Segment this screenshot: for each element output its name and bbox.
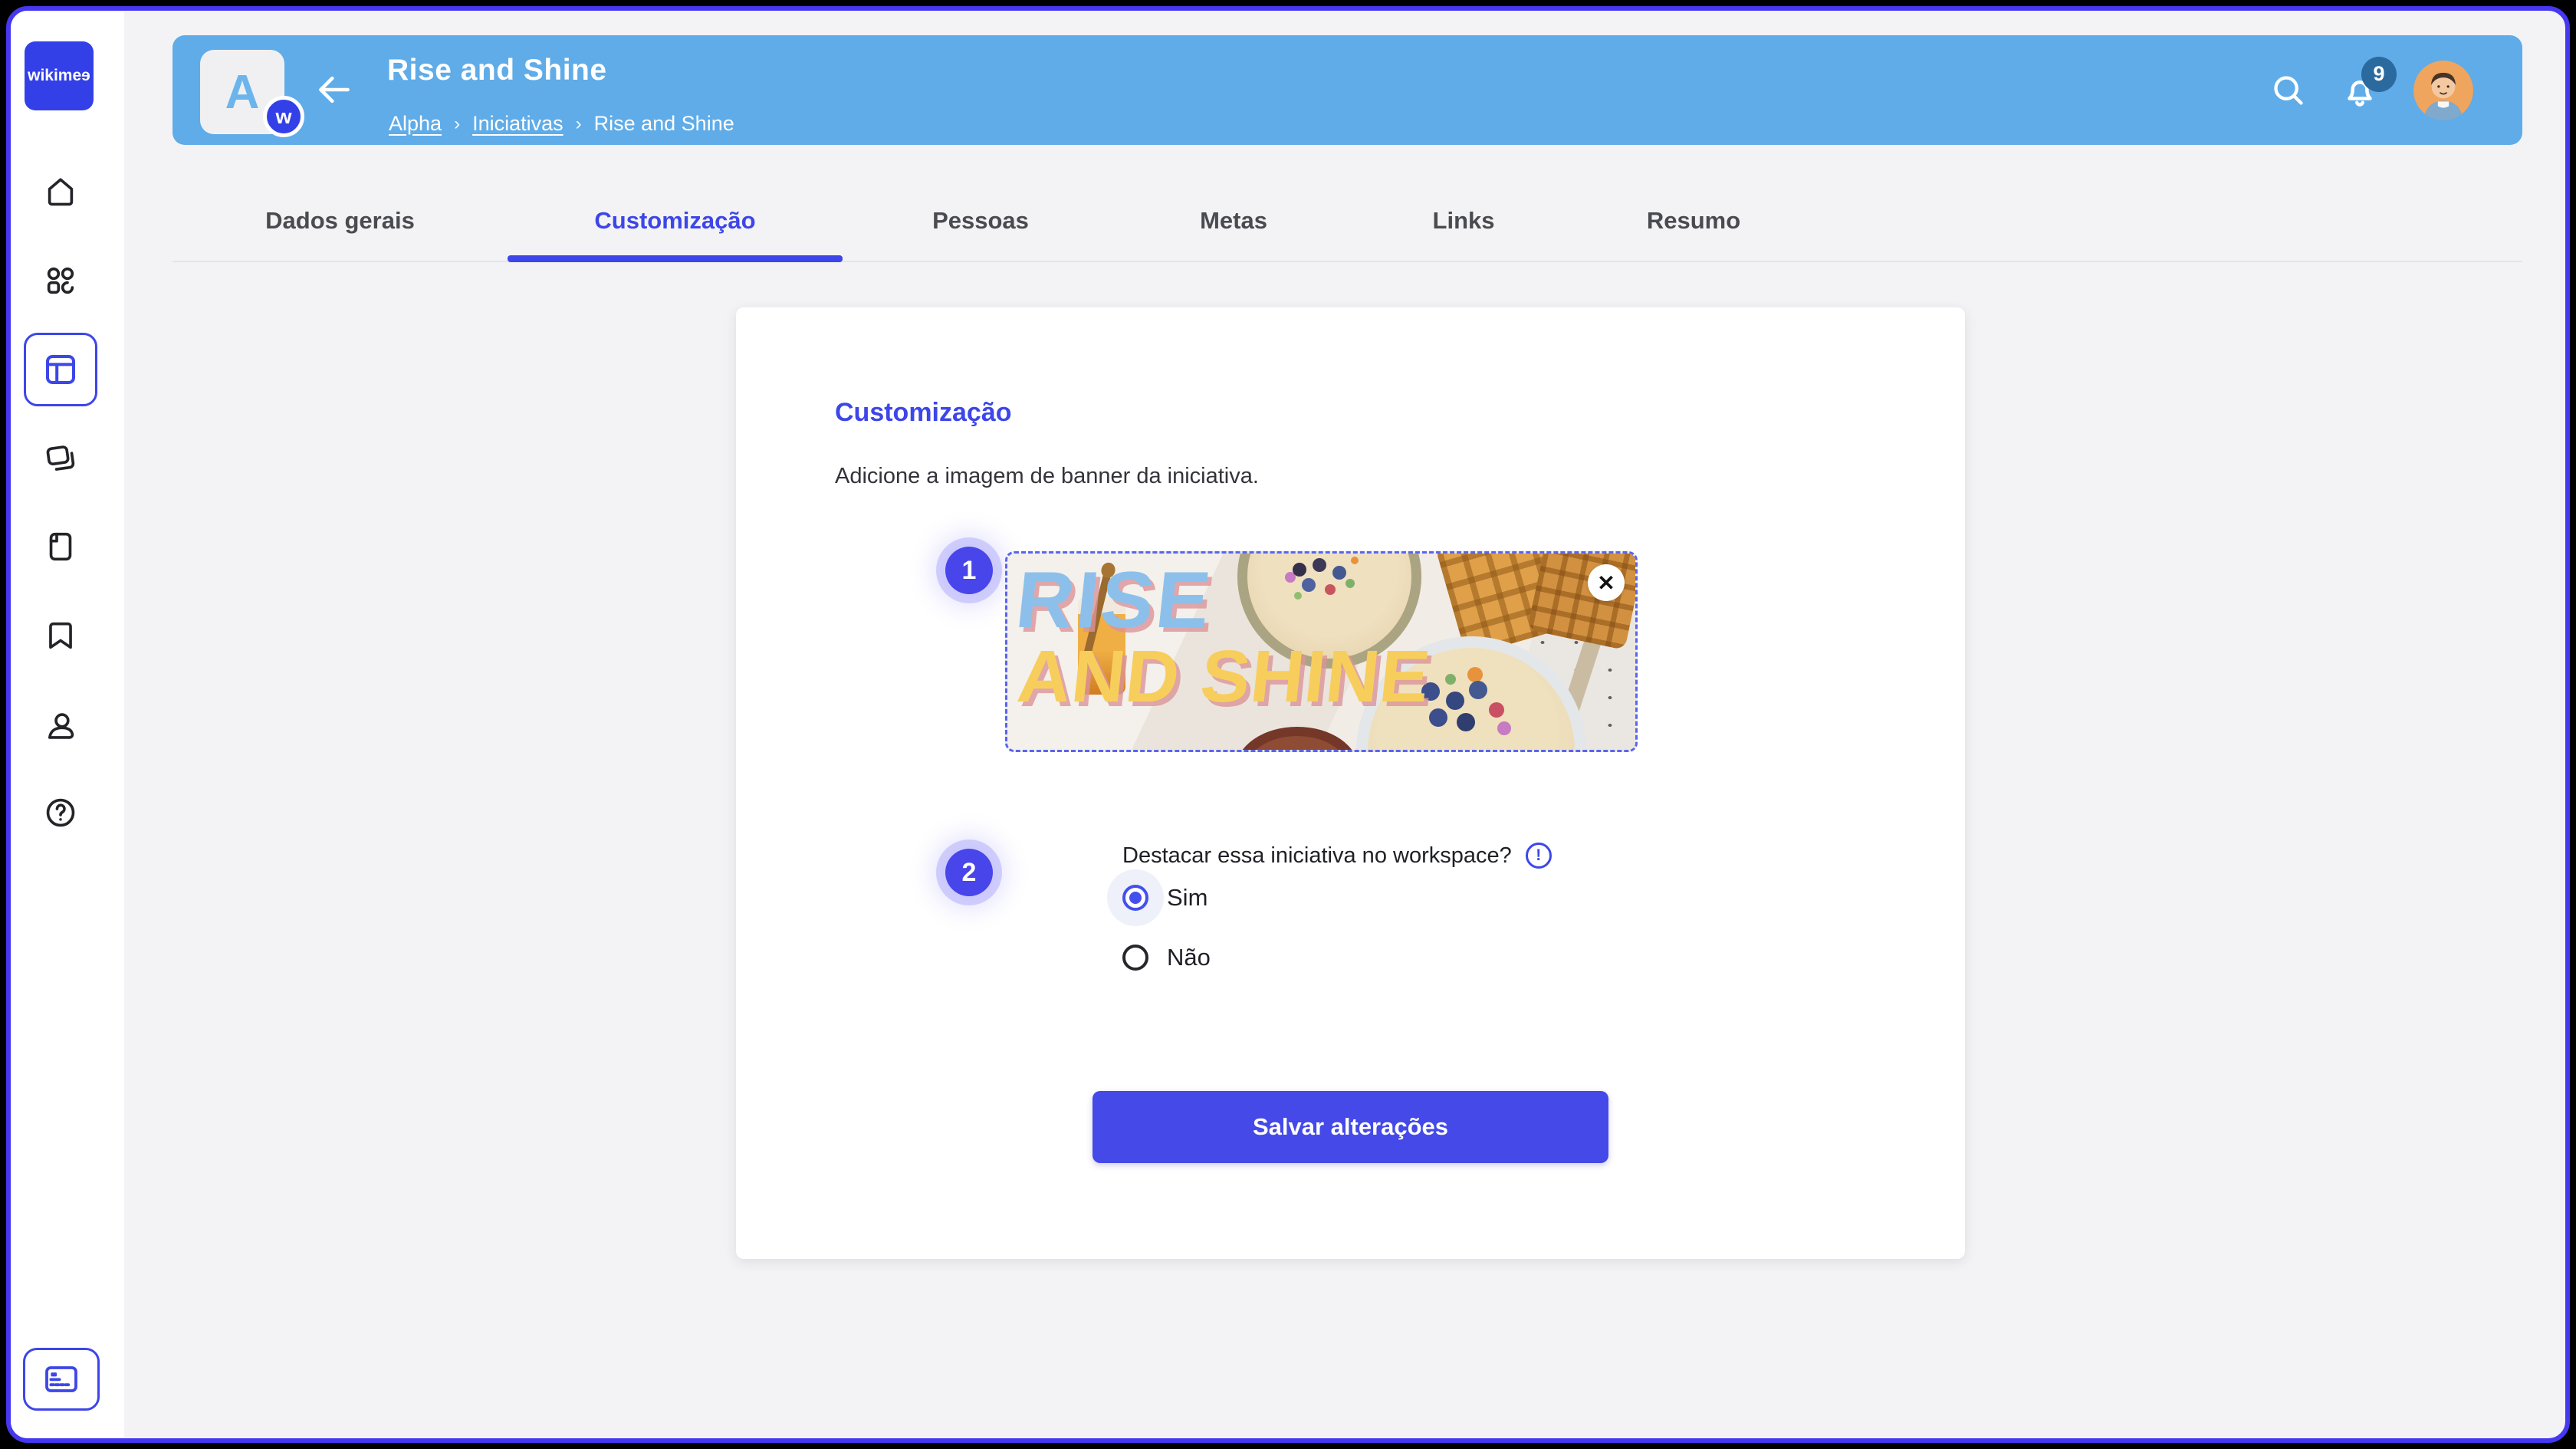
user-avatar[interactable] — [2413, 61, 2473, 120]
tab-dados-gerais[interactable]: Dados gerais — [172, 181, 508, 261]
sidebar-item-home[interactable] — [43, 174, 78, 209]
breadcrumb-link-alpha[interactable]: Alpha — [389, 112, 442, 136]
app-logo-text-mirrored: e — [81, 67, 90, 85]
radio-option-nao[interactable]: Não — [1122, 944, 1211, 971]
section-description: Adicione a imagem de banner da iniciativ… — [835, 464, 1259, 489]
tab-links[interactable]: Links — [1349, 181, 1579, 261]
screen: wikimee — [0, 0, 2576, 1449]
sidebar-item-help[interactable] — [43, 795, 78, 830]
sidebar-item-documents[interactable] — [43, 529, 78, 564]
workspace-initial: A — [225, 65, 260, 120]
close-icon: ✕ — [1597, 570, 1615, 596]
category-icon — [43, 263, 78, 298]
highlight-question-row: Destacar essa iniciativa no workspace? ! — [1122, 843, 1552, 869]
banner-text-line2: AND SHINE — [1014, 635, 1434, 719]
sidebar: wikimee — [11, 11, 124, 1438]
credit-card-icon — [43, 1364, 80, 1395]
sidebar-item-cards[interactable] — [43, 441, 78, 476]
sidebar-item-bookmarks[interactable] — [43, 618, 78, 653]
tab-bar: Dados gerais Customização Pessoas Metas … — [172, 181, 2522, 262]
highlight-question: Destacar essa iniciativa no workspace? — [1122, 843, 1512, 869]
breadcrumb: Alpha › Iniciativas › Rise and Shine — [389, 112, 734, 136]
page-title: Rise and Shine — [387, 54, 607, 87]
workspace-badge: w — [263, 96, 304, 137]
radio-nao-label: Não — [1167, 944, 1211, 971]
tab-metas[interactable]: Metas — [1119, 181, 1349, 261]
sidebar-item-profile[interactable] — [43, 708, 78, 744]
radio-sim-control[interactable] — [1122, 885, 1148, 911]
section-title: Customização — [835, 398, 1012, 428]
home-icon — [43, 174, 78, 209]
radio-nao-control[interactable] — [1122, 945, 1148, 971]
workspace-avatar[interactable]: A w — [200, 50, 284, 134]
tab-resumo[interactable]: Resumo — [1579, 181, 1809, 261]
customization-card: Customização Adicione a imagem de banner… — [736, 307, 1965, 1259]
breadcrumb-separator: › — [576, 113, 582, 135]
sidebar-item-initiatives-active[interactable] — [24, 333, 97, 406]
banner-text-line1: RISE — [1012, 555, 1217, 646]
step-badge-1: 1 — [945, 547, 993, 594]
banner-decor-cup — [1236, 727, 1359, 752]
cards-icon — [43, 441, 78, 476]
notifications: 9 — [2341, 72, 2378, 109]
arrow-left-icon — [317, 74, 352, 106]
search-button[interactable] — [2271, 73, 2306, 108]
avatar-illustration — [2413, 61, 2473, 120]
app-logo-text: wikime — [28, 67, 81, 85]
user-icon — [43, 708, 78, 744]
breadcrumb-link-iniciativas[interactable]: Iniciativas — [472, 112, 564, 136]
info-icon[interactable]: ! — [1526, 843, 1552, 869]
bookmark-icon — [43, 618, 78, 653]
board-layout-icon — [42, 351, 79, 388]
app-window: wikimee — [6, 6, 2570, 1443]
remove-banner-button[interactable]: ✕ — [1588, 564, 1625, 601]
sidebar-item-categories[interactable] — [43, 263, 78, 298]
banner-decor-berries — [1293, 563, 1306, 577]
step-badge-2: 2 — [945, 849, 993, 896]
save-button[interactable]: Salvar alterações — [1092, 1091, 1608, 1163]
card-shortcut-button[interactable] — [23, 1348, 100, 1411]
header: A w Rise and Shine Alpha › Iniciativas ›… — [172, 35, 2522, 145]
document-icon — [43, 529, 78, 564]
notification-count-badge: 9 — [2361, 57, 2397, 92]
tab-pessoas[interactable]: Pessoas — [843, 181, 1119, 261]
help-icon — [43, 795, 78, 830]
search-icon — [2271, 73, 2306, 108]
radio-sim-label: Sim — [1167, 884, 1208, 912]
back-button[interactable] — [317, 74, 352, 106]
header-actions: 9 — [2271, 35, 2473, 145]
radio-option-sim[interactable]: Sim — [1122, 884, 1208, 912]
app-logo[interactable]: wikimee — [25, 41, 94, 110]
breadcrumb-separator: › — [454, 113, 460, 135]
banner-image[interactable]: RISE AND SHINE ✕ — [1005, 551, 1638, 752]
tab-customizacao[interactable]: Customização — [508, 181, 843, 261]
breadcrumb-current: Rise and Shine — [594, 112, 734, 136]
